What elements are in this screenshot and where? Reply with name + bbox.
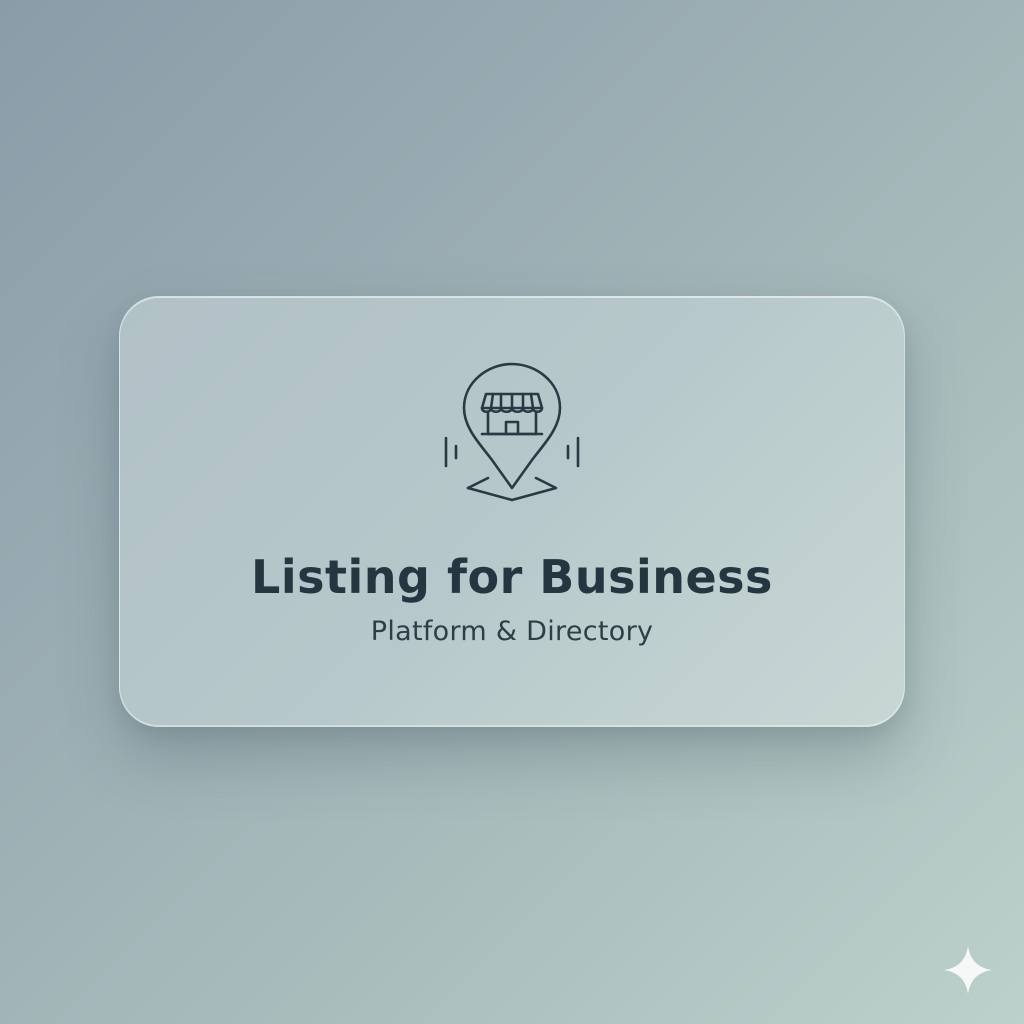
card-title: Listing for Business: [251, 550, 773, 604]
sparkle-icon: [944, 946, 992, 994]
store-location-pin-icon: [444, 362, 580, 502]
card-subtitle: Platform & Directory: [370, 616, 654, 647]
